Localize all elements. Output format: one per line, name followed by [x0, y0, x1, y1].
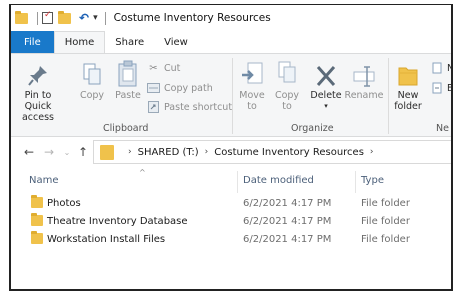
file-type: File folder [361, 197, 410, 209]
easy-access-button[interactable]: Ea [430, 82, 453, 94]
breadcrumb-drive[interactable]: SHARED (T:) [138, 147, 199, 158]
breadcrumb-folder[interactable]: Costume Inventory Resources [214, 147, 364, 158]
new-group-label: Ne [436, 123, 449, 134]
new-folder-quick-icon[interactable] [58, 10, 71, 24]
quick-access-dropdown-icon[interactable]: ▾ [93, 13, 98, 23]
pin-icon [27, 58, 49, 88]
chevron-down-icon: ▾ [324, 102, 328, 110]
ribbon-tabs: File Home Share View [11, 31, 451, 53]
folder-icon [100, 144, 114, 160]
tab-view[interactable]: View [154, 31, 198, 53]
new-folder-button[interactable]: New folder [392, 58, 424, 112]
move-to-label-1: Move [239, 90, 265, 101]
recent-locations-chevron-icon[interactable]: ⌄ [59, 148, 75, 157]
ribbon: Pin to Quick access Copy Paste ✂ Cut Cop [11, 53, 451, 137]
file-type: File folder [361, 215, 410, 227]
chevron-right-icon[interactable]: › [128, 147, 132, 157]
cut-label: Cut [164, 62, 181, 74]
scissors-icon: ✂ [149, 62, 158, 74]
copy-path-icon [147, 82, 160, 94]
pin-label-1: Pin to Quick [24, 90, 52, 112]
paste-shortcut-label: Paste shortcut [164, 101, 233, 113]
pin-to-quick-access-button[interactable]: Pin to Quick access [15, 58, 61, 123]
delete-label: Delete [310, 90, 342, 101]
new-item-button[interactable]: N [430, 62, 451, 74]
rename-icon [352, 58, 376, 88]
file-row[interactable]: Theatre Inventory Database 6/2/2021 4:17… [11, 212, 451, 230]
copy-button[interactable]: Copy [79, 58, 105, 101]
column-header-type[interactable]: Type [361, 175, 384, 186]
undo-icon[interactable]: ↶ [79, 11, 89, 25]
navigation-bar: ← → ⌄ ↑ › SHARED (T:) › Costume Inventor… [11, 137, 451, 167]
group-divider [388, 58, 389, 134]
explorer-window: ↶ ▾ Costume Inventory Resources File Hom… [9, 4, 453, 291]
back-arrow-icon[interactable]: ← [21, 145, 37, 159]
file-row[interactable]: Photos 6/2/2021 4:17 PM File folder [11, 194, 451, 212]
paste-shortcut-icon [147, 101, 160, 113]
sort-caret-icon: ^ [139, 168, 146, 177]
column-header-date[interactable]: Date modified [243, 175, 314, 186]
up-arrow-icon[interactable]: ↑ [75, 145, 91, 159]
delete-button[interactable]: Delete ▾ [310, 58, 342, 112]
copy-to-label-2: to [282, 101, 292, 112]
chevron-right-icon[interactable]: › [205, 147, 209, 157]
paste-button[interactable]: Paste [113, 58, 143, 101]
copy-icon [82, 58, 102, 88]
new-folder-label-1: New [397, 90, 419, 101]
window-title: Costume Inventory Resources [113, 12, 271, 24]
tab-share[interactable]: Share [105, 31, 154, 53]
properties-icon[interactable] [42, 10, 53, 24]
move-to-label-2: to [247, 101, 257, 112]
pin-label-2: access [21, 112, 54, 123]
copy-path-label: Copy path [164, 82, 213, 94]
copy-to-icon [276, 58, 298, 88]
divider [37, 11, 38, 25]
file-row[interactable]: Workstation Install Files 6/2/2021 4:17 … [11, 230, 451, 248]
file-name: Workstation Install Files [47, 233, 166, 245]
file-date: 6/2/2021 4:17 PM [243, 215, 332, 227]
column-divider[interactable] [237, 171, 238, 193]
paste-shortcut-button[interactable]: Paste shortcut [147, 101, 232, 113]
paste-icon [117, 58, 139, 88]
file-date: 6/2/2021 4:17 PM [243, 233, 332, 245]
copy-label: Copy [79, 90, 105, 101]
easy-access-icon [430, 82, 443, 94]
clipboard-group-label: Clipboard [103, 123, 149, 134]
delete-x-icon [315, 58, 337, 88]
tab-home[interactable]: Home [53, 31, 106, 53]
new-folder-label-2: folder [394, 101, 422, 112]
column-divider[interactable] [355, 171, 356, 193]
move-to-icon [240, 58, 264, 88]
folder-icon [31, 231, 43, 244]
address-bar[interactable]: › SHARED (T:) › Costume Inventory Resour… [93, 140, 451, 164]
divider [104, 11, 106, 25]
move-to-button[interactable]: Move to [237, 58, 267, 112]
copy-path-button[interactable]: Copy path [147, 82, 213, 94]
forward-arrow-icon[interactable]: → [41, 145, 57, 159]
file-name: Theatre Inventory Database [47, 215, 188, 227]
title-bar: ↶ ▾ Costume Inventory Resources [11, 5, 451, 31]
chevron-right-icon[interactable]: › [370, 147, 374, 157]
easy-access-label: Ea [447, 82, 453, 94]
rename-button[interactable]: Rename [345, 58, 383, 101]
file-date: 6/2/2021 4:17 PM [243, 197, 332, 209]
paste-label: Paste [115, 90, 141, 101]
column-header-name[interactable]: Name [29, 175, 59, 186]
new-item-icon [430, 62, 443, 74]
folder-icon [31, 195, 43, 208]
organize-group-label: Organize [291, 123, 334, 134]
tab-file[interactable]: File [11, 31, 54, 53]
copy-to-label-1: Copy [274, 90, 300, 101]
new-item-label: N [447, 63, 451, 74]
new-folder-icon [397, 58, 419, 88]
copy-to-button[interactable]: Copy to [273, 58, 301, 112]
folder-icon[interactable] [15, 10, 28, 24]
rename-label: Rename [344, 90, 384, 101]
file-type: File folder [361, 233, 410, 245]
folder-icon [31, 213, 43, 226]
cut-button[interactable]: ✂ Cut [147, 62, 180, 74]
group-divider [232, 58, 233, 134]
file-name: Photos [47, 197, 81, 209]
